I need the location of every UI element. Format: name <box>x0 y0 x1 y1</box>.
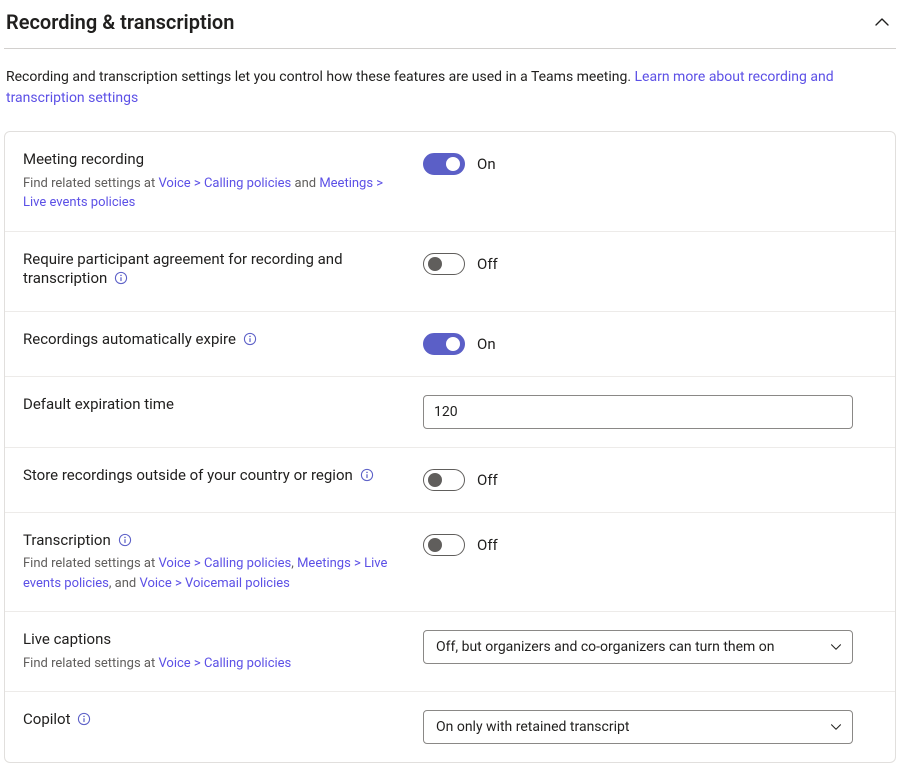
link-voice-calling-policies[interactable]: Voice > Calling policies <box>158 176 291 191</box>
toggle-store-outside[interactable] <box>423 469 465 491</box>
setting-subtext: Find related settings at Voice > Calling… <box>23 654 405 674</box>
setting-label: Transcription Find related settings at V… <box>23 531 423 594</box>
default-expiration-input[interactable] <box>423 395 853 429</box>
setting-copilot: Copilot On only with retained transcript <box>5 692 895 762</box>
toggle-wrapper: On <box>423 153 496 175</box>
setting-default-expiration: Default expiration time <box>5 377 895 448</box>
setting-title: Meeting recording <box>23 150 405 170</box>
toggle-state-label: Off <box>477 471 498 489</box>
setting-title: Require participant agreement for record… <box>23 250 405 289</box>
setting-label: Recordings automatically expire <box>23 330 423 354</box>
setting-live-captions: Live captions Find related settings at V… <box>5 612 895 692</box>
setting-title: Live captions <box>23 630 405 650</box>
toggle-wrapper: On <box>423 333 496 355</box>
setting-subtext: Find related settings at Voice > Calling… <box>23 554 405 593</box>
setting-control: Off, but organizers and co-organizers ca… <box>423 630 877 664</box>
chevron-down-icon <box>830 641 842 653</box>
setting-title: Default expiration time <box>23 395 405 415</box>
info-icon[interactable] <box>117 532 133 548</box>
setting-control: Off <box>423 250 877 278</box>
info-icon[interactable] <box>359 467 375 483</box>
setting-control: Off <box>423 466 877 494</box>
setting-label: Default expiration time <box>23 395 423 419</box>
toggle-wrapper: Off <box>423 534 498 556</box>
toggle-state-label: On <box>477 155 496 173</box>
chevron-down-icon <box>830 721 842 733</box>
setting-label: Live captions Find related settings at V… <box>23 630 423 673</box>
info-icon[interactable] <box>113 270 129 286</box>
settings-card: Meeting recording Find related settings … <box>4 131 896 763</box>
section-description: Recording and transcription settings let… <box>4 49 896 131</box>
select-value: On only with retained transcript <box>436 719 629 735</box>
setting-meeting-recording: Meeting recording Find related settings … <box>5 132 895 232</box>
toggle-require-agreement[interactable] <box>423 253 465 275</box>
toggle-wrapper: Off <box>423 469 498 491</box>
setting-title: Store recordings outside of your country… <box>23 466 405 486</box>
section-title: Recording & transcription <box>6 10 234 34</box>
toggle-state-label: On <box>477 335 496 353</box>
toggle-wrapper: Off <box>423 253 498 275</box>
setting-control: On <box>423 330 877 358</box>
link-voice-voicemail-policies[interactable]: Voice > Voicemail policies <box>139 576 289 591</box>
info-icon[interactable] <box>76 711 92 727</box>
toggle-transcription[interactable] <box>423 534 465 556</box>
setting-store-outside: Store recordings outside of your country… <box>5 448 895 513</box>
setting-transcription: Transcription Find related settings at V… <box>5 513 895 613</box>
toggle-state-label: Off <box>477 536 498 554</box>
copilot-select[interactable]: On only with retained transcript <box>423 710 853 744</box>
toggle-auto-expire[interactable] <box>423 333 465 355</box>
setting-subtext: Find related settings at Voice > Calling… <box>23 174 405 213</box>
toggle-state-label: Off <box>477 255 498 273</box>
setting-label: Require participant agreement for record… <box>23 250 423 293</box>
section-description-text: Recording and transcription settings let… <box>6 69 635 85</box>
link-voice-calling-policies[interactable]: Voice > Calling policies <box>158 556 291 571</box>
link-voice-calling-policies[interactable]: Voice > Calling policies <box>158 656 291 671</box>
setting-title: Copilot <box>23 710 405 730</box>
chevron-up-icon[interactable] <box>870 10 894 34</box>
setting-control <box>423 395 877 429</box>
setting-title: Transcription <box>23 531 405 551</box>
setting-label: Store recordings outside of your country… <box>23 466 423 490</box>
info-icon[interactable] <box>242 331 258 347</box>
toggle-meeting-recording[interactable] <box>423 153 465 175</box>
setting-auto-expire: Recordings automatically expire On <box>5 312 895 377</box>
setting-control: On only with retained transcript <box>423 710 877 744</box>
setting-label: Meeting recording Find related settings … <box>23 150 423 213</box>
setting-title: Recordings automatically expire <box>23 330 405 350</box>
setting-control: On <box>423 150 877 178</box>
setting-require-agreement: Require participant agreement for record… <box>5 232 895 312</box>
live-captions-select[interactable]: Off, but organizers and co-organizers ca… <box>423 630 853 664</box>
section-header: Recording & transcription <box>4 4 896 49</box>
setting-control: Off <box>423 531 877 559</box>
setting-label: Copilot <box>23 710 423 734</box>
select-value: Off, but organizers and co-organizers ca… <box>436 639 775 655</box>
